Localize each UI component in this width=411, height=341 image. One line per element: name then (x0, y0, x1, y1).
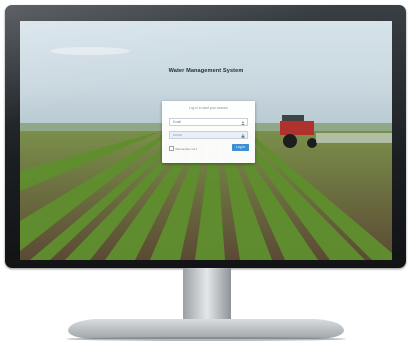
stand-base (68, 319, 344, 339)
monitor-stand (66, 268, 346, 341)
stand-shadow (66, 337, 346, 341)
stand-neck (183, 268, 231, 320)
